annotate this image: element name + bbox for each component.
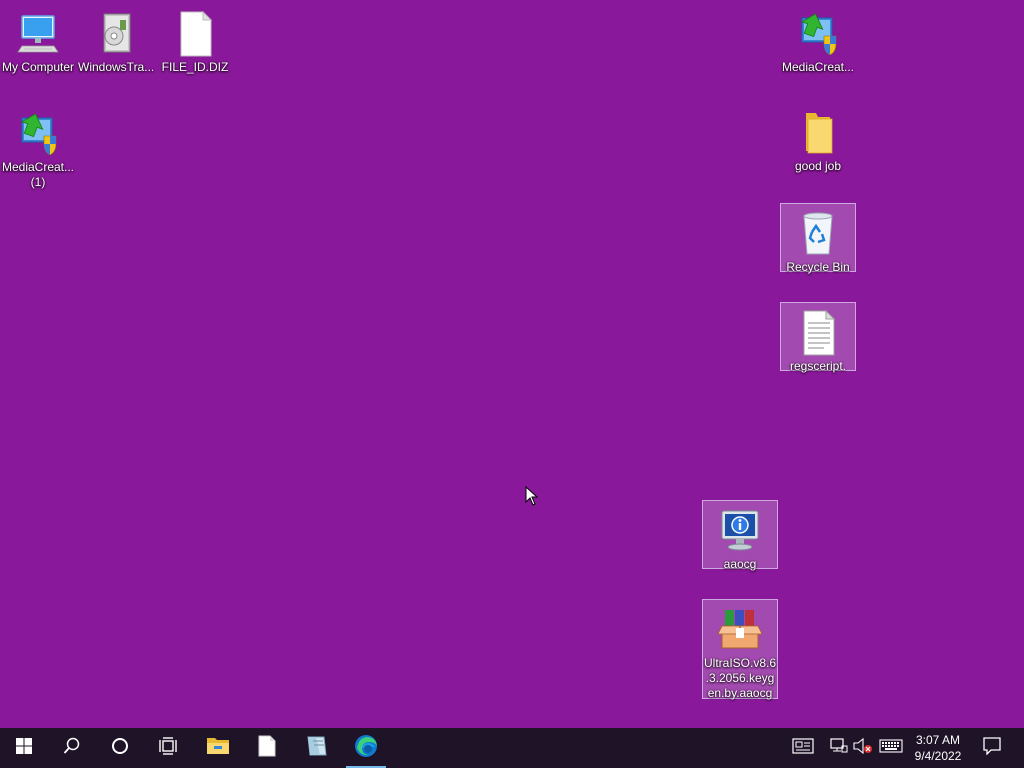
icon-label: regsceript. (789, 359, 847, 373)
tray-network[interactable] (828, 728, 850, 768)
icon-label: UltraISO.v8.6.3.2056.keygen.by.aaocg (703, 656, 777, 700)
task-view-button[interactable] (144, 728, 192, 768)
taskbar: 3:07 AM 9/4/2022 (0, 728, 1024, 768)
desktop-icon-file-id-diz[interactable]: FILE_ID.DIZ (157, 4, 233, 75)
blank-file-icon (171, 10, 219, 58)
system-info-monitor-icon (716, 507, 764, 555)
news-interests-icon (792, 737, 814, 759)
icon-label: Recycle Bin (786, 260, 850, 274)
winrar-archive-icon (716, 606, 764, 654)
taskbar-edge-browser[interactable] (342, 728, 390, 768)
icon-label: WindowsTra... (78, 60, 155, 74)
taskbar-app-notepad[interactable] (292, 728, 340, 768)
mouse-cursor-icon (525, 485, 539, 506)
taskbar-clock[interactable]: 3:07 AM 9/4/2022 (908, 728, 968, 768)
folder-icon (794, 109, 842, 157)
desktop-icon-ultraiso[interactable]: UltraISO.v8.6.3.2056.keygen.by.aaocg (702, 599, 778, 700)
touch-keyboard-icon (879, 738, 903, 758)
icon-label: MediaCreat... (1) (1, 160, 75, 189)
taskbar-blank-file[interactable] (243, 728, 291, 768)
recycle-bin-icon (794, 210, 842, 258)
desktop-icon-aaocg[interactable]: aaocg (702, 500, 778, 571)
blank-file-icon (258, 735, 276, 762)
taskbar-file-explorer[interactable] (194, 728, 242, 768)
action-center-button[interactable] (978, 728, 1006, 768)
desktop-icon-mediacreat-1[interactable]: MediaCreat... (1) (0, 104, 76, 190)
icon-label: My Computer (1, 60, 75, 74)
computer-icon (14, 10, 62, 58)
desktop-icon-mediacreat[interactable]: MediaCreat... (780, 4, 856, 75)
search-icon (63, 737, 81, 760)
desktop-icon-windows-tra[interactable]: WindowsTra... (78, 4, 154, 75)
start-button[interactable] (0, 728, 48, 768)
installer-package-icon (92, 10, 140, 58)
tray-news-interests[interactable] (789, 728, 817, 768)
network-icon (830, 737, 848, 759)
clock-time: 3:07 AM (915, 733, 961, 747)
media-creation-tool-icon (14, 110, 62, 158)
desktop-icon-good-job[interactable]: good job (780, 103, 856, 174)
notepad-like-icon (304, 735, 328, 762)
cortana-circle-icon (111, 737, 129, 760)
tray-touch-keyboard[interactable] (877, 728, 905, 768)
desktop-icon-my-computer[interactable]: My Computer (0, 4, 76, 75)
desktop-icon-recycle-bin[interactable]: Recycle Bin (780, 203, 856, 274)
icon-label: FILE_ID.DIZ (161, 60, 229, 74)
action-center-icon (983, 736, 1001, 760)
edge-browser-icon (353, 733, 379, 764)
tray-volume[interactable] (852, 728, 874, 768)
media-creation-tool-icon (794, 10, 842, 58)
search-button[interactable] (48, 728, 96, 768)
clock-date: 9/4/2022 (914, 749, 962, 763)
text-document-icon (794, 309, 842, 357)
volume-muted-icon (853, 737, 873, 759)
icon-label: aaocg (723, 557, 757, 571)
icon-label: MediaCreat... (781, 60, 855, 74)
file-explorer-icon (206, 736, 230, 761)
icon-label: good job (794, 159, 842, 173)
cortana-button[interactable] (96, 728, 144, 768)
desktop-icon-regscript[interactable]: regsceript. (780, 302, 856, 373)
windows-logo-icon (16, 737, 32, 759)
task-view-icon (158, 736, 178, 760)
